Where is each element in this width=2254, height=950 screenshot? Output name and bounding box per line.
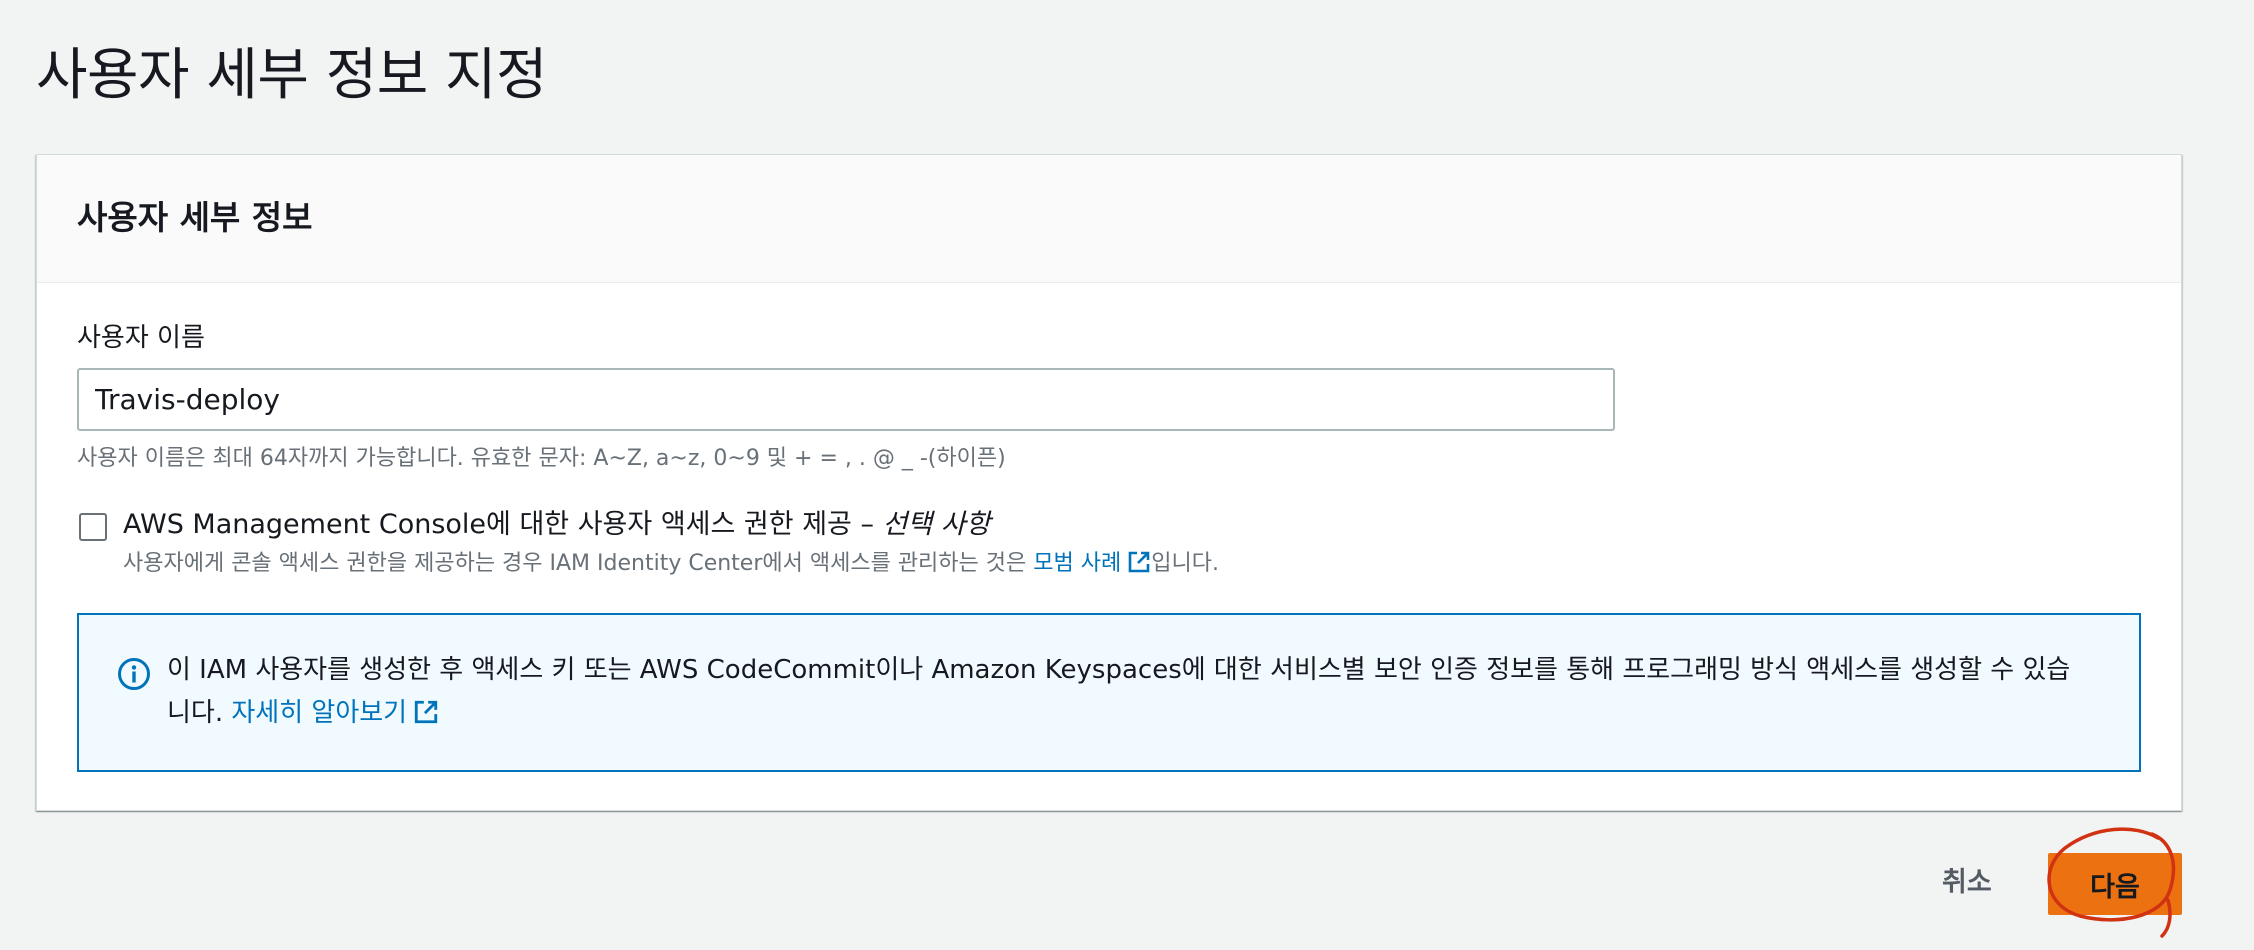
info-alert-text: 이 IAM 사용자를 생성한 후 액세스 키 또는 AWS CodeCommit…	[167, 649, 2087, 735]
page-title: 사용자 세부 정보 지정	[36, 43, 548, 108]
cancel-button[interactable]: 취소	[1930, 858, 2004, 908]
learn-more-link[interactable]: 자세히 알아보기	[231, 698, 439, 728]
console-access-label-text: AWS Management Console에 대한 사용자 액세스 권한 제공…	[123, 509, 883, 540]
next-button[interactable]: 다음	[2048, 853, 2182, 915]
username-label: 사용자 이름	[77, 323, 205, 353]
info-alert: 이 IAM 사용자를 생성한 후 액세스 키 또는 AWS CodeCommit…	[77, 613, 2141, 772]
best-practice-link[interactable]: 모범 사례	[1033, 551, 1151, 576]
info-alert-message: 이 IAM 사용자를 생성한 후 액세스 키 또는 AWS CodeCommit…	[167, 655, 2071, 728]
panel-title: 사용자 세부 정보	[77, 198, 313, 237]
console-access-desc-end: 입니다.	[1151, 551, 1219, 576]
learn-more-link-text: 자세히 알아보기	[231, 698, 408, 728]
console-access-description: 사용자에게 콘솔 액세스 권한을 제공하는 경우 IAM Identity Ce…	[123, 547, 1219, 581]
panel-header: 사용자 세부 정보	[37, 155, 2181, 283]
console-access-checkbox[interactable]	[79, 513, 107, 541]
external-link-icon	[1128, 551, 1150, 573]
username-help-text: 사용자 이름은 최대 64자까지 가능합니다. 유효한 문자: A~Z, a~z…	[77, 446, 1006, 471]
external-link-icon	[414, 700, 438, 724]
user-details-panel: 사용자 세부 정보 사용자 이름 사용자 이름은 최대 64자까지 가능합니다.…	[36, 154, 2182, 811]
console-access-desc-text: 사용자에게 콘솔 액세스 권한을 제공하는 경우 IAM Identity Ce…	[123, 551, 1034, 576]
console-access-label[interactable]: AWS Management Console에 대한 사용자 액세스 권한 제공…	[123, 505, 991, 545]
best-practice-link-text: 모범 사례	[1033, 551, 1122, 576]
username-input[interactable]	[77, 368, 1615, 431]
optional-label: 선택 사항	[882, 509, 991, 540]
info-icon	[118, 658, 150, 690]
